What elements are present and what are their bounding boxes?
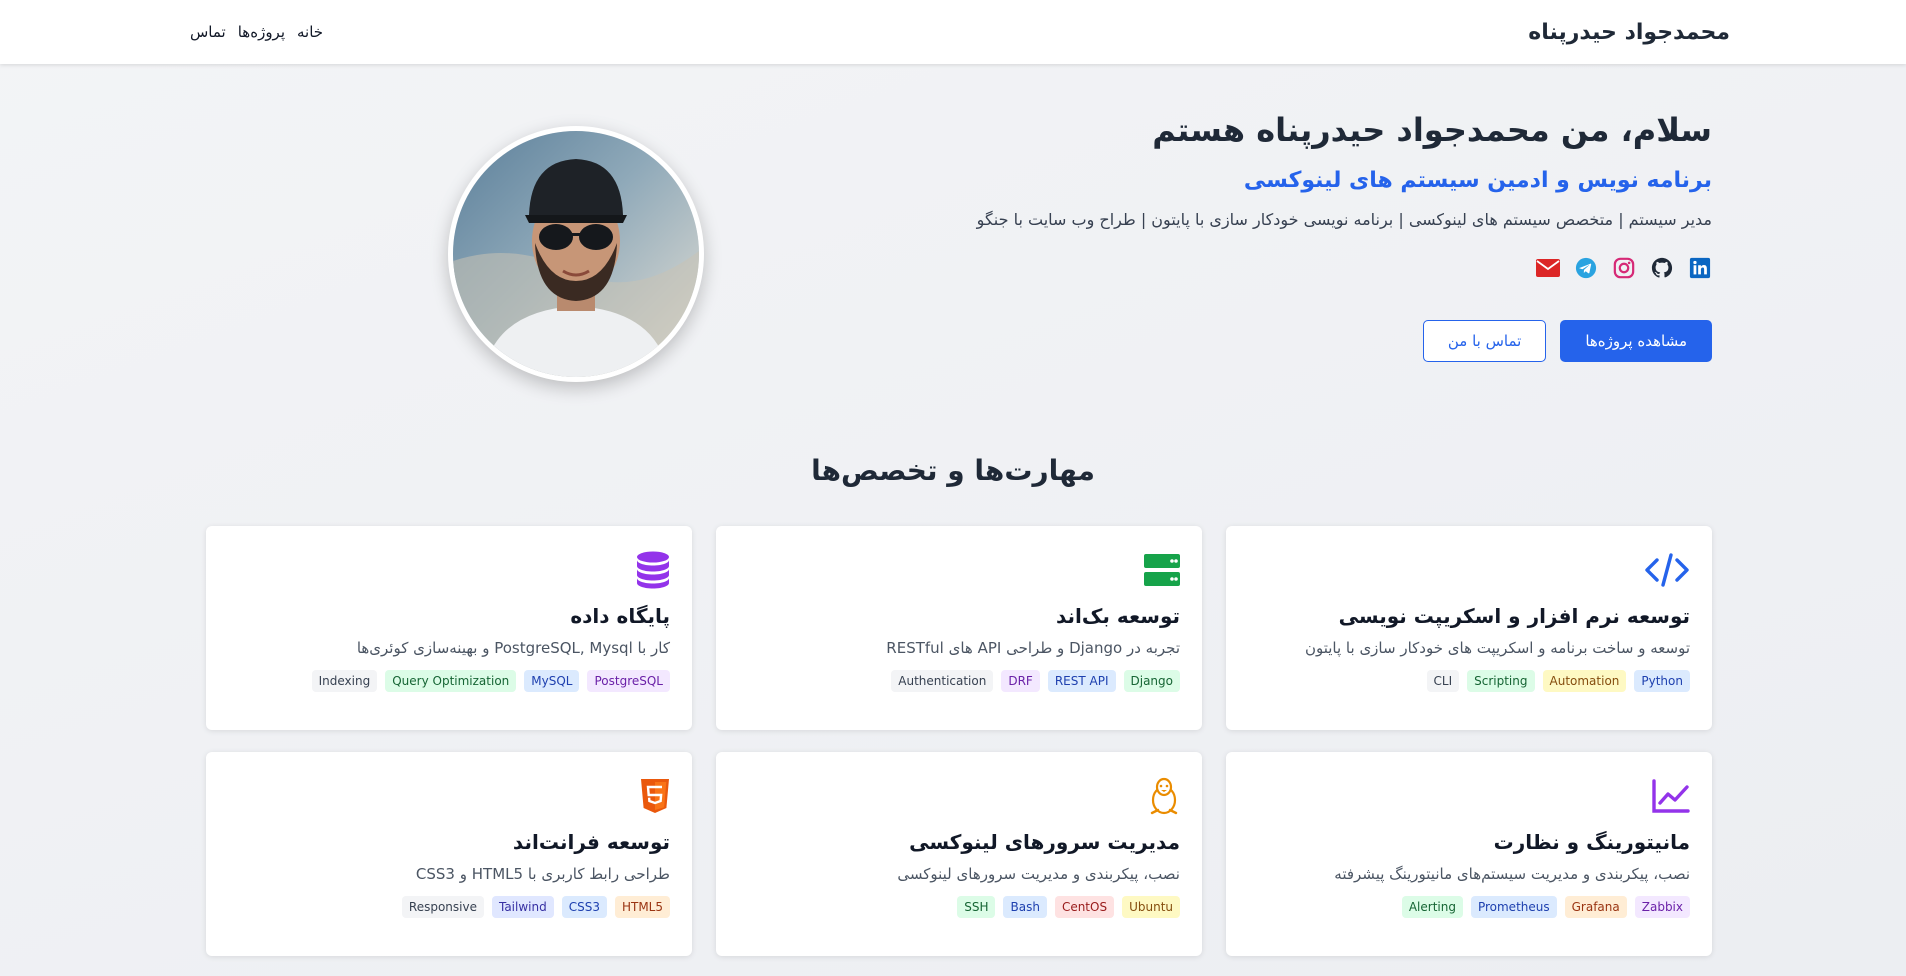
github-icon[interactable] (1650, 256, 1674, 280)
skill-card-desc: توسعه و ساخت برنامه و اسکریپت های خودکار… (1304, 639, 1690, 657)
database-icon (228, 550, 670, 590)
skill-tag: REST API (1047, 670, 1116, 692)
skill-card-desc: تجربه در Django و طراحی API های RESTful (886, 639, 1180, 657)
skill-card-database: پایگاه داده کار با PostgreSQL, Mysql و ب… (206, 526, 692, 730)
skill-tag: CLI (1426, 670, 1460, 692)
skill-card-title: توسعه بک‌اند (1055, 604, 1180, 628)
skill-tag: Automation (1542, 670, 1627, 692)
skill-tag: SSH (957, 896, 996, 918)
skills-section-title: مهارت‌ها و تخصص‌ها (811, 454, 1095, 487)
skill-tag: HTML5 (614, 896, 670, 918)
server-icon (738, 550, 1180, 590)
skill-tag: Indexing (311, 670, 378, 692)
profile-photo (448, 126, 704, 382)
skill-tag: Python (1634, 670, 1690, 692)
hero-subtitle: برنامه نویس و ادمین سیستم های لینوکسی (1243, 168, 1712, 193)
skill-tags: PostgreSQL MySQL Query Optimization Inde… (228, 670, 670, 692)
skill-tag: Query Optimization (385, 670, 517, 692)
linkedin-icon[interactable] (1688, 256, 1712, 280)
skill-tag: Bash (1003, 896, 1047, 918)
skill-tags: Ubuntu CentOS Bash SSH (738, 896, 1180, 918)
skill-tags: HTML5 CSS3 Tailwind Responsive (228, 896, 670, 918)
hero-buttons: مشاهده پروژه‌ها تماس با من (952, 320, 1712, 362)
nav-link-home[interactable]: خانه (297, 23, 323, 41)
skill-tag: Grafana (1564, 896, 1627, 918)
skill-tag: Zabbix (1634, 896, 1690, 918)
social-links (952, 256, 1712, 280)
skill-card-desc: نصب، پیکربندی و مدیریت سیستم‌های مانیتور… (1334, 865, 1690, 883)
skill-card-title: مانیتورینگ و نظارت (1493, 830, 1690, 854)
skill-tag: Prometheus (1470, 896, 1557, 918)
code-icon (1248, 550, 1690, 590)
nav-link-projects[interactable]: پروژه‌ها (238, 23, 285, 41)
contact-me-button[interactable]: تماس با من (1422, 320, 1547, 362)
skill-card-desc: نصب، پیکربندی و مدیریت سرورهای لینوکسی (897, 865, 1180, 883)
skill-card-frontend: توسعه فرانت‌اند طراحی رابط کاربری با HTM… (206, 752, 692, 956)
linux-icon (738, 776, 1180, 816)
skill-tag: PostgreSQL (587, 670, 670, 692)
instagram-icon[interactable] (1612, 256, 1636, 280)
skill-tag: Scripting (1467, 670, 1535, 692)
skill-card-title: مدیریت سرورهای لینوکسی (909, 830, 1180, 854)
email-icon[interactable] (1536, 256, 1560, 280)
nav-links: خانه پروژه‌ها تماس (190, 23, 323, 41)
skill-card-software: توسعه نرم افزار و اسکریپت نویسی توسعه و … (1226, 526, 1712, 730)
skill-tags: Django REST API DRF Authentication (738, 670, 1180, 692)
skill-tag: Django (1123, 670, 1180, 692)
hero-title: سلام، من محمدجواد حیدرپناه هستم (1152, 111, 1712, 149)
skill-card-title: توسعه فرانت‌اند (512, 830, 670, 854)
skill-tag: MySQL (524, 670, 580, 692)
hero-description: مدیر سیستم | متخصص سیستم های لینوکسی | ب… (976, 210, 1712, 229)
skill-card-backend: توسعه بک‌اند تجربه در Django و طراحی API… (716, 526, 1202, 730)
telegram-icon[interactable] (1574, 256, 1598, 280)
skill-tag: Ubuntu (1122, 896, 1180, 918)
brand-name[interactable]: محمدجواد حیدرپناه (1528, 20, 1730, 45)
skill-tags: Zabbix Grafana Prometheus Alerting (1248, 896, 1690, 918)
skill-tag: Tailwind (491, 896, 554, 918)
skill-card-linux: مدیریت سرورهای لینوکسی نصب، پیکربندی و م… (716, 752, 1202, 956)
skill-tag: DRF (1001, 670, 1040, 692)
skill-card-desc: طراحی رابط کاربری با HTML5 و CSS3 (415, 865, 670, 883)
skill-card-monitoring: مانیتورینگ و نظارت نصب، پیکربندی و مدیری… (1226, 752, 1712, 956)
skill-tag: Authentication (891, 670, 994, 692)
navbar: محمدجواد حیدرپناه خانه پروژه‌ها تماس (0, 0, 1906, 64)
nav-link-contact[interactable]: تماس (190, 23, 226, 41)
skill-card-title: پایگاه داده (570, 604, 670, 628)
skill-tag: CentOS (1054, 896, 1115, 918)
chart-line-icon (1248, 776, 1690, 816)
skill-tag: Responsive (401, 896, 484, 918)
view-projects-button[interactable]: مشاهده پروژه‌ها (1560, 320, 1712, 362)
skill-card-title: توسعه نرم افزار و اسکریپت نویسی (1338, 604, 1690, 628)
skill-card-desc: کار با PostgreSQL, Mysql و بهینه‌سازی کو… (356, 639, 670, 657)
skill-tags: Python Automation Scripting CLI (1248, 670, 1690, 692)
hero-section: سلام، من محمدجواد حیدرپناه هستم برنامه ن… (952, 108, 1712, 362)
skill-tag: Alerting (1401, 896, 1463, 918)
html5-icon (228, 776, 670, 816)
skill-tag: CSS3 (561, 896, 607, 918)
